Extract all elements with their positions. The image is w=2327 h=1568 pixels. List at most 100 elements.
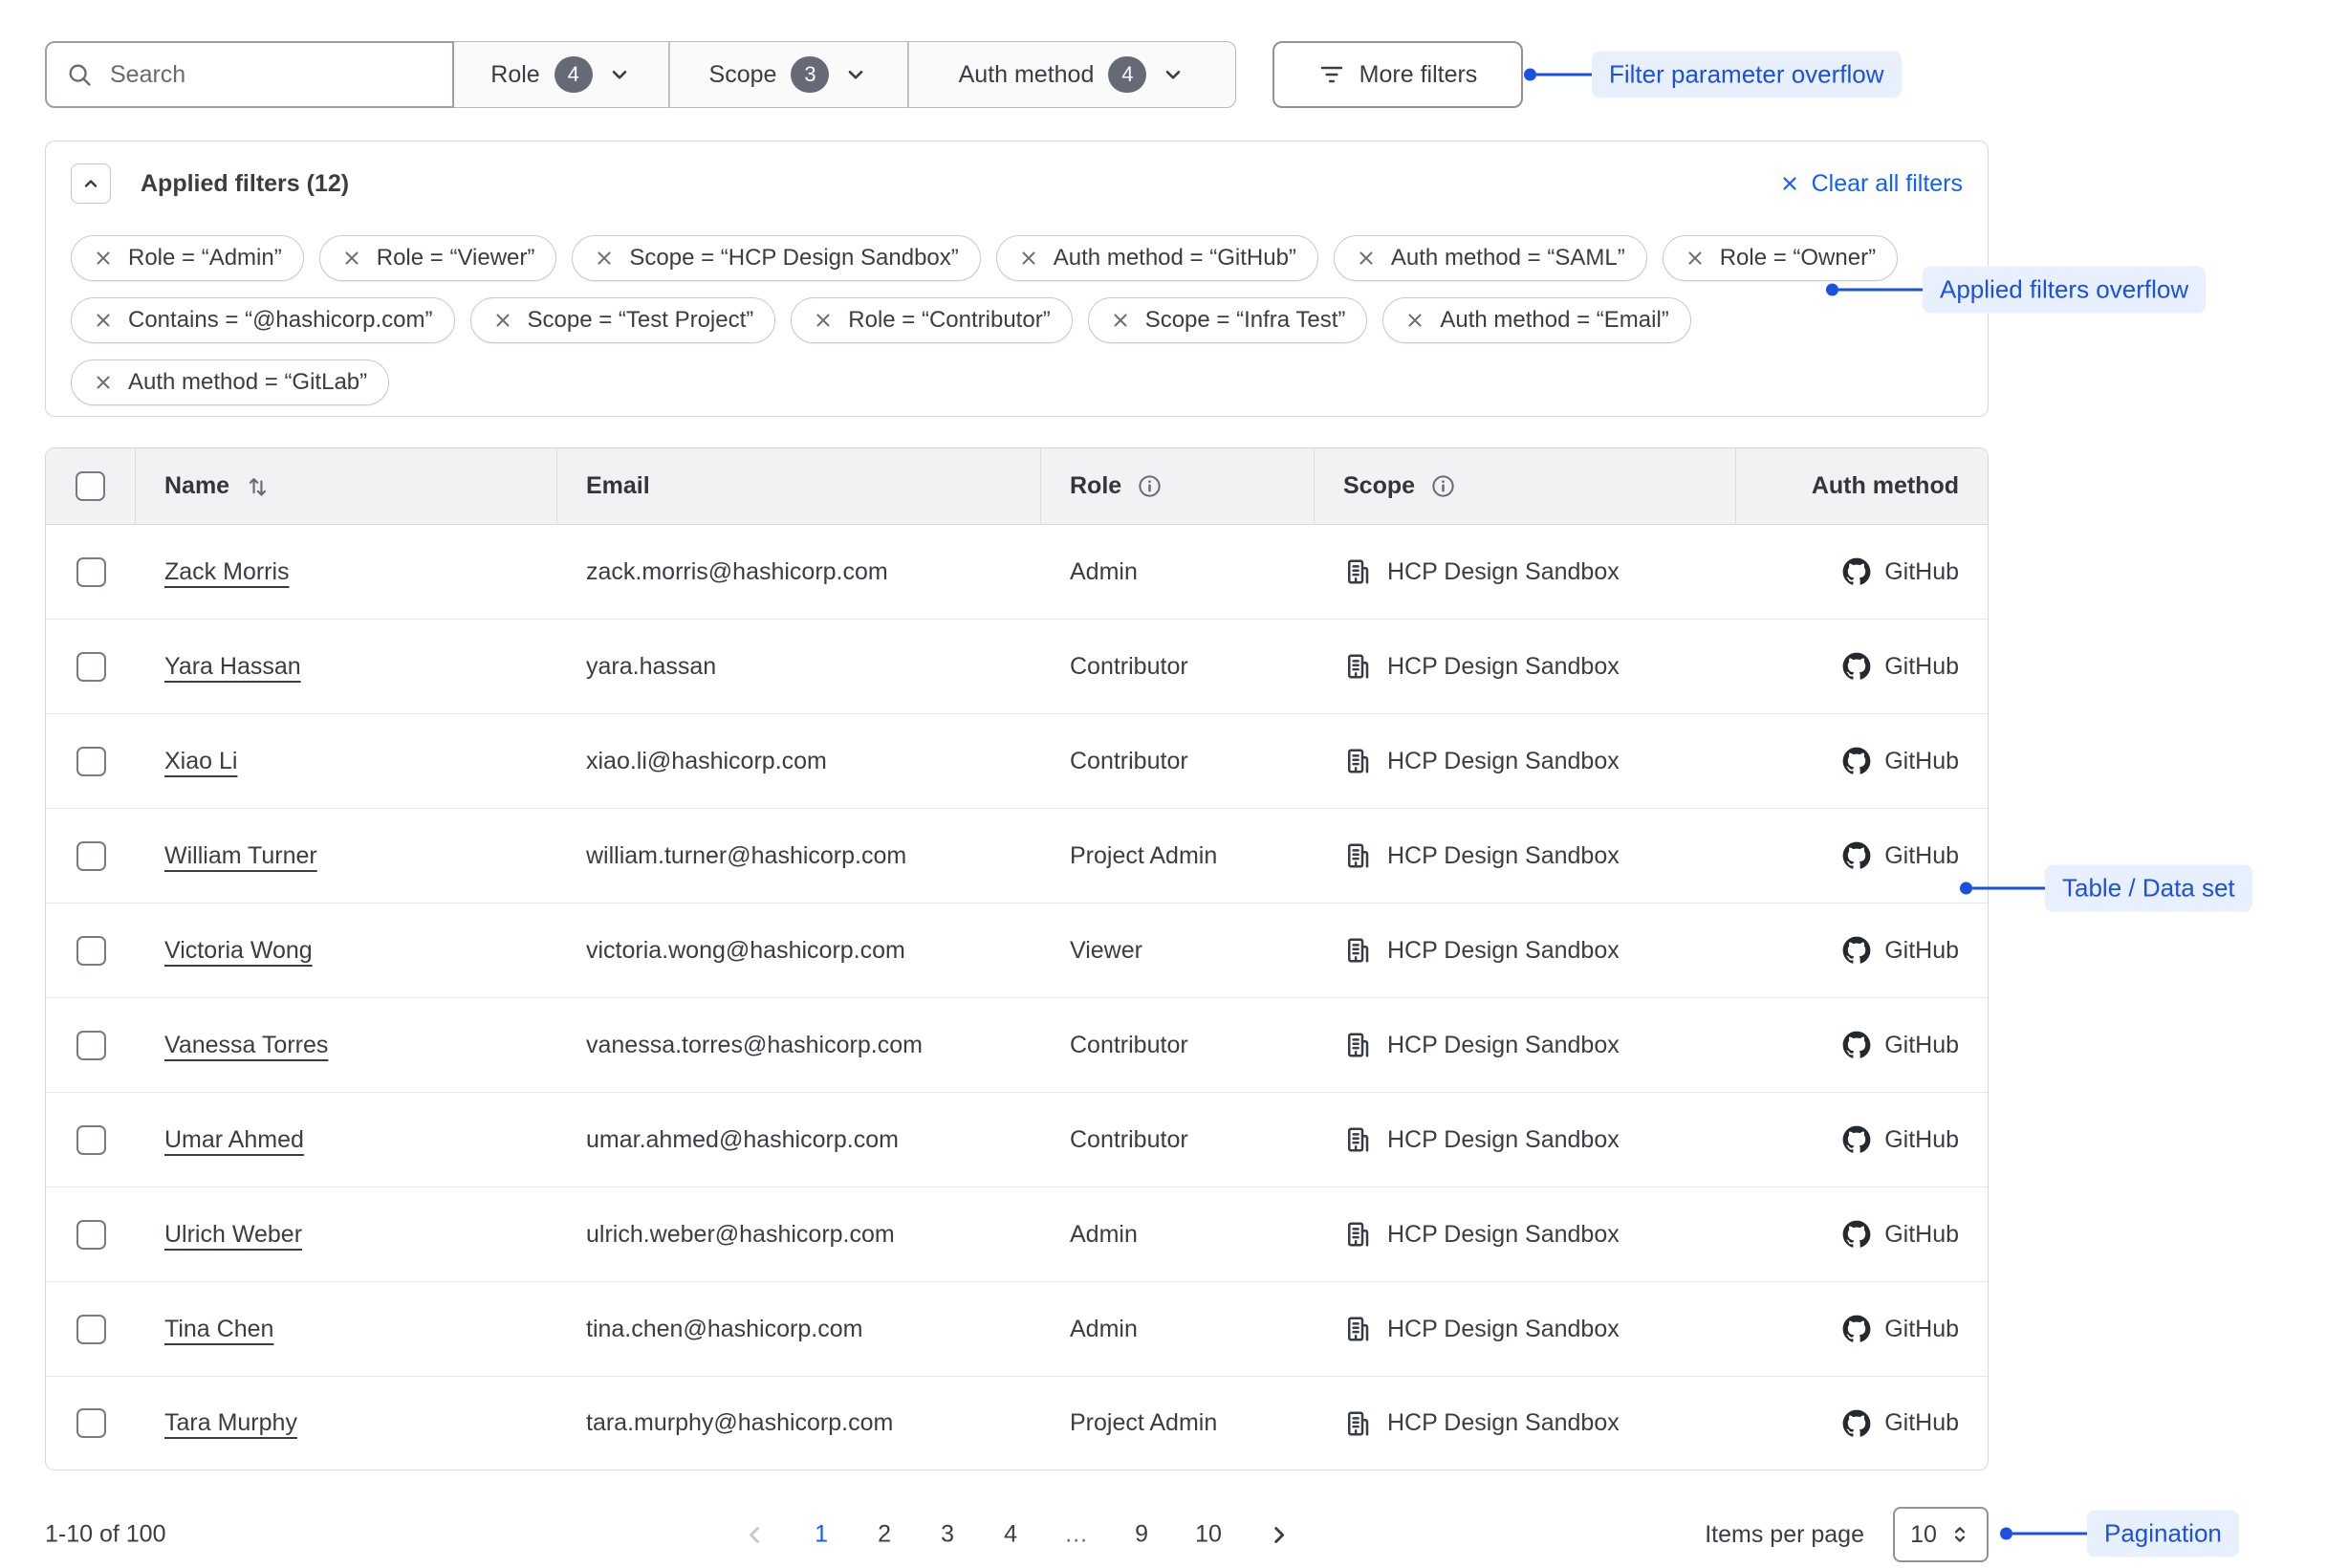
email-cell: yara.hassan [557, 653, 1041, 681]
user-name-link[interactable]: Tina Chen [164, 1316, 273, 1343]
user-name-link[interactable]: William Turner [164, 842, 317, 870]
checkbox-cell [46, 1220, 136, 1250]
page-button-4[interactable]: 4 [1001, 1521, 1020, 1549]
scope-cell: HCP Design Sandbox [1315, 1125, 1736, 1154]
page-button-9[interactable]: 9 [1132, 1521, 1151, 1549]
applied-filter-pill[interactable]: Auth method = “Email” [1382, 297, 1690, 343]
scope-label: HCP Design Sandbox [1387, 653, 1620, 681]
applied-filter-pill[interactable]: Auth method = “GitHub” [996, 235, 1318, 281]
role-cell: Admin [1041, 558, 1315, 586]
count-badge: 4 [555, 56, 593, 93]
page-button-10[interactable]: 10 [1195, 1521, 1222, 1549]
info-icon[interactable] [1137, 473, 1163, 499]
row-checkbox[interactable] [76, 841, 106, 871]
role-cell: Contributor [1041, 1032, 1315, 1059]
applied-filter-pill[interactable]: Contains = “@hashicorp.com” [71, 297, 455, 343]
sort-icon [245, 473, 271, 499]
chevron-left-icon [741, 1521, 768, 1548]
user-name-link[interactable]: Ulrich Weber [164, 1221, 302, 1249]
page-button-3[interactable]: 3 [938, 1521, 957, 1549]
count-badge: 3 [791, 56, 829, 93]
applied-filter-pill[interactable]: Role = “Contributor” [791, 297, 1072, 343]
table-row: Vanessa Torres vanessa.torres@hashicorp.… [46, 998, 1988, 1093]
auth-method-label: GitHub [1884, 653, 1959, 681]
filter-dropdown-scope[interactable]: Scope 3 [669, 41, 908, 108]
auth-method-cell: GitHub [1736, 1125, 1988, 1154]
org-building-icon [1343, 1220, 1372, 1249]
users-table: Name Email Role Scope Auth method Zack M… [45, 447, 1989, 1470]
page-button-1[interactable]: 1 [812, 1521, 831, 1549]
org-building-icon [1343, 1409, 1372, 1438]
dismiss-icon [1404, 310, 1425, 331]
user-name-link[interactable]: Vanessa Torres [164, 1032, 328, 1059]
org-building-icon [1343, 1031, 1372, 1059]
github-icon [1842, 936, 1871, 965]
applied-filters-title: Applied filters (12) [141, 170, 349, 198]
collapse-button[interactable] [71, 163, 111, 204]
org-building-icon [1343, 1125, 1372, 1154]
pill-label: Role = “Admin” [128, 245, 282, 272]
items-per-page-select[interactable]: 10 [1893, 1507, 1989, 1562]
table-row: Victoria Wong victoria.wong@hashicorp.co… [46, 904, 1988, 998]
row-checkbox[interactable] [76, 1031, 106, 1060]
scope-cell: HCP Design Sandbox [1315, 1220, 1736, 1249]
column-header-role: Role [1041, 448, 1315, 524]
applied-filter-pill[interactable]: Role = “Viewer” [319, 235, 557, 281]
annotation-dot [2000, 1528, 2012, 1540]
scope-cell: HCP Design Sandbox [1315, 1315, 1736, 1343]
next-page-button[interactable] [1266, 1521, 1293, 1548]
name-cell: Umar Ahmed [136, 1126, 557, 1154]
row-checkbox[interactable] [76, 1408, 106, 1438]
applied-filter-pill[interactable]: Scope = “Infra Test” [1088, 297, 1368, 343]
annotation-label: Filter parameter overflow [1592, 52, 1902, 98]
github-icon [1842, 1315, 1871, 1343]
search-box[interactable] [45, 41, 454, 108]
previous-page-button[interactable] [741, 1521, 768, 1548]
chevron-down-icon [843, 62, 868, 87]
user-name-link[interactable]: Xiao Li [164, 748, 237, 775]
applied-filter-pill[interactable]: Scope = “Test Project” [470, 297, 776, 343]
chevron-up-icon [79, 172, 102, 195]
info-icon[interactable] [1430, 473, 1456, 499]
clear-all-filters-button[interactable]: Clear all filters [1778, 170, 1963, 198]
dropdown-label: Role [490, 61, 539, 89]
filter-dropdown-auth-method[interactable]: Auth method 4 [908, 41, 1236, 108]
applied-filter-pill[interactable]: Scope = “HCP Design Sandbox” [572, 235, 980, 281]
select-all-checkbox[interactable] [76, 471, 105, 501]
column-header-name[interactable]: Name [136, 448, 557, 524]
applied-filter-pill[interactable]: Auth method = “SAML” [1334, 235, 1647, 281]
row-checkbox[interactable] [76, 1125, 106, 1155]
pill-label: Role = “Contributor” [848, 307, 1050, 334]
search-input[interactable] [108, 60, 433, 90]
column-header-auth-method: Auth method [1736, 448, 1988, 524]
row-checkbox[interactable] [76, 557, 106, 587]
user-name-link[interactable]: Tara Murphy [164, 1409, 297, 1437]
user-name-link[interactable]: Yara Hassan [164, 653, 301, 681]
page-button-2[interactable]: 2 [875, 1521, 894, 1549]
annotation-dot [1826, 284, 1838, 296]
applied-filter-pill[interactable]: Role = “Admin” [71, 235, 304, 281]
more-filters-button[interactable]: More filters [1272, 41, 1523, 108]
applied-filter-pill[interactable]: Auth method = “GitLab” [71, 359, 389, 405]
pill-label: Scope = “Infra Test” [1145, 307, 1346, 334]
pagination-range: 1-10 of 100 [45, 1521, 166, 1549]
row-checkbox[interactable] [76, 1220, 106, 1250]
row-checkbox[interactable] [76, 1315, 106, 1344]
pill-label: Scope = “HCP Design Sandbox” [629, 245, 958, 272]
user-name-link[interactable]: Victoria Wong [164, 937, 313, 965]
checkbox-cell [46, 557, 136, 587]
user-name-link[interactable]: Umar Ahmed [164, 1126, 304, 1154]
annotation-dot [1960, 882, 1972, 895]
checkbox-cell [46, 1408, 136, 1438]
row-checkbox[interactable] [76, 747, 106, 776]
table-body: Zack Morris zack.morris@hashicorp.com Ad… [46, 525, 1988, 1470]
name-cell: Ulrich Weber [136, 1221, 557, 1249]
dismiss-icon [93, 372, 114, 393]
row-checkbox[interactable] [76, 652, 106, 682]
checkbox-cell [46, 1031, 136, 1060]
role-cell: Admin [1041, 1221, 1315, 1249]
user-name-link[interactable]: Zack Morris [164, 558, 290, 586]
row-checkbox[interactable] [76, 936, 106, 966]
table-row: Xiao Li xiao.li@hashicorp.com Contributo… [46, 714, 1988, 809]
filter-dropdown-role[interactable]: Role 4 [454, 41, 669, 108]
